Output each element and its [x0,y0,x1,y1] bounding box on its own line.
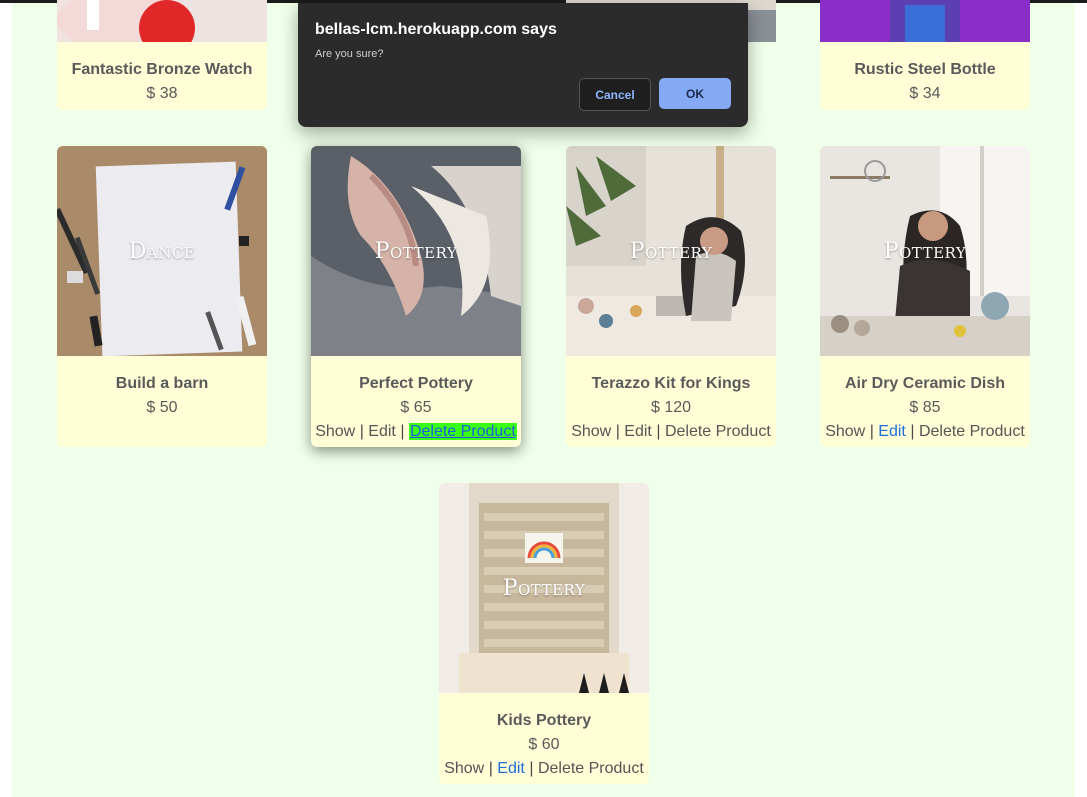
dialog-message: Are you sure? [315,48,384,60]
product-price: $ 85 [909,399,941,416]
product-name[interactable]: Rustic Steel Bottle [820,61,1030,79]
edit-link[interactable]: Edit [497,760,525,777]
delete-product-link[interactable]: Delete Product [538,760,644,777]
separator: | [656,423,661,440]
category-label: Pottery [502,575,586,601]
product-actions: Show | Edit | Delete Product [439,760,649,778]
category-label: Pottery [374,238,458,264]
category-label: Pottery [883,238,967,264]
edit-link[interactable]: Edit [624,423,652,440]
product-card: Fantastic Bronze Watch $ 38 [57,0,267,110]
product-actions: Show | Edit | Delete Product [311,423,521,441]
category-label: Dance [128,238,196,264]
separator: | [529,760,534,777]
product-price: $ 65 [400,399,432,416]
separator: | [400,423,405,440]
product-price: $ 60 [528,736,560,753]
product-card-focused: Pottery Perfect Pottery $ 65 Show | Edit… [311,146,521,447]
product-card: Pottery Air Dry Ceramic Dish $ 85 Show |… [820,146,1030,447]
separator: | [910,423,915,440]
product-card: Pottery Terazzo Kit for Kings $ 120 Show… [566,146,776,447]
product-name[interactable]: Terazzo Kit for Kings [566,375,776,393]
product-price: $ 34 [909,85,941,102]
category-label: Pottery [629,238,713,264]
product-image[interactable] [57,0,267,42]
product-name[interactable]: Perfect Pottery [311,375,521,393]
ok-button[interactable]: OK [659,78,731,109]
delete-product-link[interactable]: Delete Product [919,423,1025,440]
dialog-title: bellas-lcm.herokuapp.com says [315,21,557,38]
product-card: Rustic Steel Bottle $ 34 [820,0,1030,110]
separator: | [869,423,874,440]
product-price: $ 120 [650,399,692,416]
confirm-dialog: bellas-lcm.herokuapp.com says Are you su… [298,3,748,127]
product-actions: Show | Edit | Delete Product [566,423,776,441]
separator: | [615,423,620,440]
edit-link[interactable]: Edit [368,423,396,440]
delete-product-link[interactable]: Delete Product [665,423,771,440]
product-actions: Show | Edit | Delete Product [820,423,1030,441]
product-name[interactable]: Fantastic Bronze Watch [57,61,267,79]
product-card: Dance Build a barn $ 50 [57,146,267,447]
product-name[interactable]: Air Dry Ceramic Dish [820,375,1030,393]
separator: | [359,423,364,440]
show-link[interactable]: Show [315,423,355,440]
product-image[interactable] [820,0,1030,42]
show-link[interactable]: Show [825,423,865,440]
show-link[interactable]: Show [571,423,611,440]
show-link[interactable]: Show [444,760,484,777]
product-price: $ 50 [146,399,178,416]
separator: | [488,760,493,777]
product-card: Pottery Kids Pottery $ 60 Show | Edit | … [439,483,649,784]
cancel-button[interactable]: Cancel [579,78,651,111]
product-name[interactable]: Kids Pottery [439,712,649,730]
delete-product-link[interactable]: Delete Product [408,423,517,440]
product-name[interactable]: Build a barn [57,375,267,393]
product-price: $ 38 [146,85,178,102]
edit-link[interactable]: Edit [878,423,906,440]
